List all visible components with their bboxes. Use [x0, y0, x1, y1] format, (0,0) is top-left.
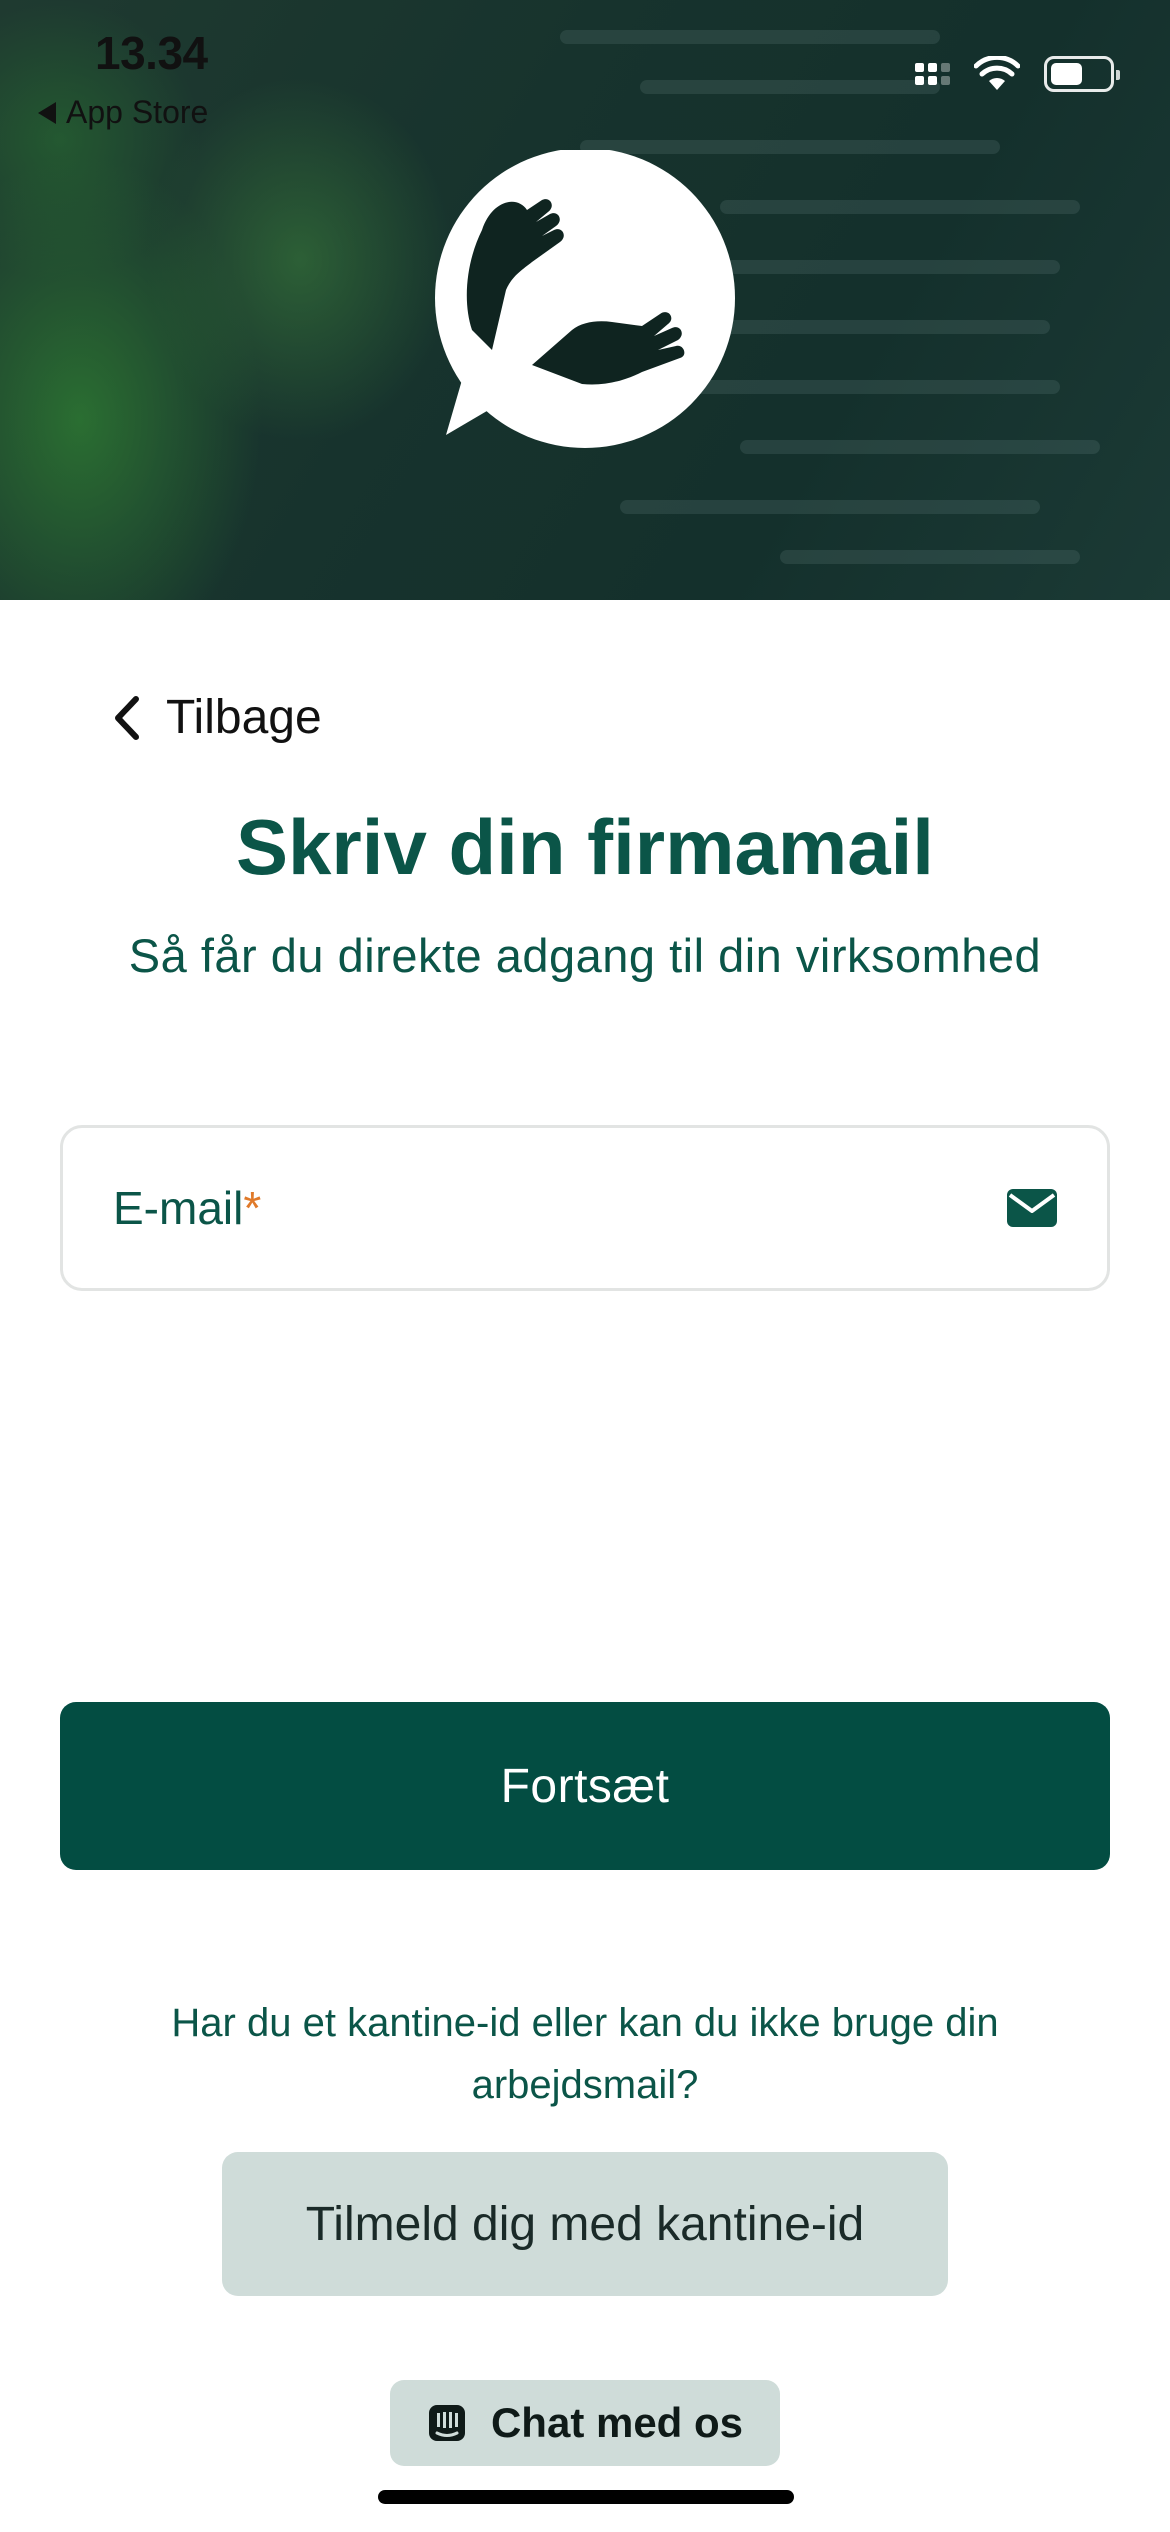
app-logo [435, 150, 735, 448]
email-field[interactable]: E-mail* [60, 1125, 1110, 1291]
email-placeholder: E-mail* [113, 1182, 262, 1234]
status-time: 13.34 [95, 27, 208, 79]
back-button[interactable]: Tilbage [112, 690, 322, 745]
cellular-signal-icon [915, 63, 950, 85]
back-triangle-icon [38, 101, 56, 124]
back-app-label: App Store [66, 94, 209, 130]
home-indicator [378, 2490, 794, 2504]
status-icons [915, 56, 1120, 92]
chat-icon [428, 2405, 465, 2441]
help-text: Har du et kantine-id eller kan du ikke b… [171, 2001, 999, 2107]
battery-icon [1044, 56, 1120, 92]
back-label: Tilbage [166, 691, 322, 744]
chevron-left-icon [115, 695, 139, 740]
signup-canteen-id-button[interactable]: Tilmeld dig med kantine-id [222, 2152, 948, 2296]
continue-button[interactable]: Fortsæt [60, 1702, 1110, 1870]
required-marker: * [243, 1182, 262, 1234]
hero-header: 13.34 App Store [0, 0, 1170, 600]
envelope-icon [1007, 1189, 1057, 1227]
chat-label: Chat med os [490, 2399, 744, 2446]
back-to-app-store[interactable]: App Store [38, 94, 208, 131]
page-subtitle: Så får du direkte adgang til din virksom… [128, 929, 1042, 982]
page-title: Skriv din firmamail [236, 803, 934, 891]
wifi-icon [974, 56, 1020, 90]
chat-button[interactable]: Chat med os [390, 2380, 780, 2466]
